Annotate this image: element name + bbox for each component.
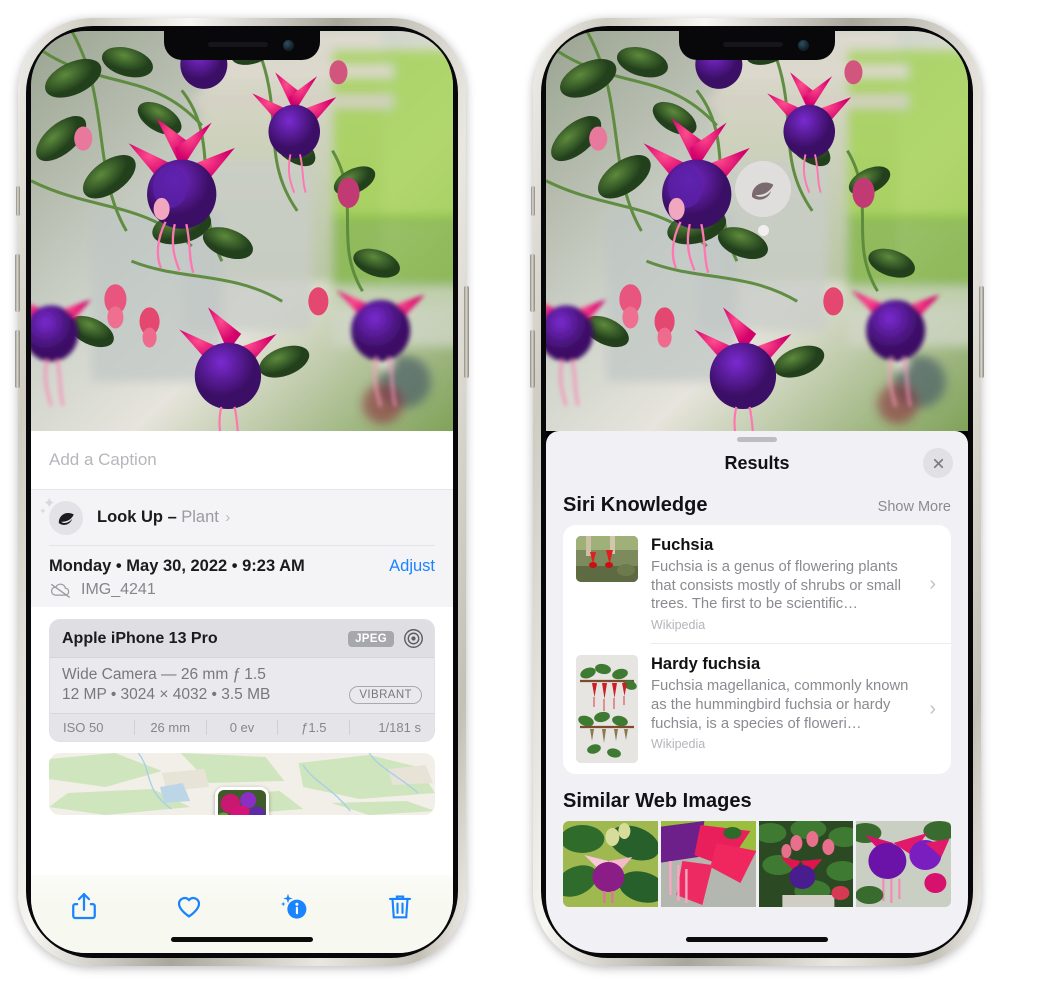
photographic-style-badge: VIBRANT [349,686,422,704]
map-photo-pin[interactable] [215,787,269,815]
front-camera-icon [798,40,809,51]
chevron-right-icon: › [929,697,936,720]
sparkle-icon-small: ✦ [39,505,47,516]
earpiece-speaker [723,42,783,47]
notch [164,31,320,60]
screen-left: Add a Caption ✦ ✦ Look Up – Plant › Mond… [31,31,453,953]
raw-target-icon [404,629,423,648]
look-up-text: Look Up – Plant › [97,508,230,527]
screenshot-root: Add a Caption ✦ ✦ Look Up – Plant › Mond… [0,0,1055,985]
look-up-subject: Plant [181,508,219,526]
exif-iso: ISO 50 [58,720,135,735]
notch [679,31,835,60]
volume-down-button[interactable] [15,330,20,388]
section-title-similar-web-images: Similar Web Images [563,790,752,813]
screen-right: Results Siri Knowledge Show More Fuchsia… [546,31,968,953]
leaf-icon: ✦ ✦ [39,496,83,535]
front-camera-icon [283,40,294,51]
silent-switch[interactable] [531,186,535,216]
knowledge-title: Hardy fuchsia [651,655,761,674]
photo-viewer[interactable] [31,31,453,431]
photo-filename: IMG_4241 [81,581,156,598]
show-more-button[interactable]: Show More [878,499,951,515]
siri-knowledge-header: Siri Knowledge Show More [546,484,968,525]
web-image-thumb[interactable] [563,821,658,908]
home-indicator[interactable] [686,937,828,942]
iphone-device-right: Results Siri Knowledge Show More Fuchsia… [530,18,984,966]
exif-ev: 0 ev [207,720,279,735]
exif-focal: 26 mm [135,720,207,735]
volume-up-button[interactable] [15,254,20,312]
similar-web-images-row[interactable] [563,821,951,908]
camera-size-line: 12 MP • 3024 × 4032 • 3.5 MB [62,686,271,703]
look-up-label: Look Up – [97,508,177,526]
look-up-row[interactable]: ✦ ✦ Look Up – Plant › [31,489,453,545]
similar-web-images-header: Similar Web Images [546,774,968,821]
chevron-right-icon: › [929,572,936,595]
power-button[interactable] [464,286,469,378]
leaf-glyph [752,182,774,200]
close-icon[interactable] [923,448,953,478]
chevron-right-icon: › [225,509,231,526]
format-badge: JPEG [348,630,394,647]
power-button[interactable] [979,286,984,378]
heart-icon[interactable] [174,890,204,922]
fuchsia-photo [31,31,453,431]
camera-info-card[interactable]: Apple iPhone 13 Pro JPEG Wide Camera — 2… [49,619,435,742]
camera-device-name: Apple iPhone 13 Pro [62,629,218,647]
iphone-device-left: Add a Caption ✦ ✦ Look Up – Plant › Mond… [15,18,469,966]
knowledge-description: Fuchsia is a genus of flowering plants t… [651,558,901,613]
exif-shutter: 1/181 s [378,720,421,735]
cloud-slash-icon [50,583,71,598]
photo-date: Monday • May 30, 2022 • 9:23 AM [49,557,305,575]
knowledge-thumbnail [576,655,638,764]
web-image-thumb[interactable] [660,821,756,908]
knowledge-title: Fuchsia [651,536,714,554]
knowledge-thumbnail [576,536,638,582]
web-image-thumb[interactable] [758,821,854,908]
home-indicator[interactable] [171,937,313,942]
divider [49,545,435,546]
knowledge-item[interactable]: Fuchsia Fuchsia is a genus of flowering … [563,525,951,643]
volume-down-button[interactable] [530,330,535,388]
leaf-glyph [58,512,74,525]
location-map-card[interactable] [49,753,435,815]
share-icon[interactable] [69,890,99,922]
earpiece-speaker [208,42,268,47]
web-image-thumb[interactable] [856,821,951,908]
badge-anchor-dot [757,225,769,236]
camera-lens-line: Wide Camera — 26 mm ƒ 1.5 [62,666,266,683]
trash-icon[interactable] [385,890,415,922]
results-title: Results [724,452,790,473]
info-sparkle-icon[interactable] [280,890,310,922]
adjust-button[interactable]: Adjust [389,557,435,576]
knowledge-source: Wikipedia [651,618,706,633]
caption-input[interactable]: Add a Caption [31,431,453,489]
photo-metadata: Monday • May 30, 2022 • 9:23 AM Adjust I… [31,545,453,607]
visual-lookup-badge[interactable] [735,161,791,236]
section-title-siri-knowledge: Siri Knowledge [563,494,708,516]
exif-aperture: ƒ1.5 [278,720,351,735]
knowledge-source: Wikipedia [651,737,706,752]
leaf-icon [735,161,791,217]
volume-up-button[interactable] [530,254,535,312]
exif-row: ISO 50 26 mm 0 ev ƒ1.5 1/181 s [50,713,434,741]
silent-switch[interactable] [16,186,20,216]
visual-lookup-results-sheet: Results Siri Knowledge Show More Fuchsia… [546,431,968,953]
photo-info-sheet: Add a Caption ✦ ✦ Look Up – Plant › Mond… [31,431,453,953]
siri-knowledge-card: Fuchsia Fuchsia is a genus of flowering … [563,525,951,775]
knowledge-description: Fuchsia magellanica, commonly known as t… [651,677,909,732]
knowledge-item[interactable]: Hardy fuchsia Fuchsia magellanica, commo… [563,644,951,774]
pin-thumbnail [218,790,266,815]
